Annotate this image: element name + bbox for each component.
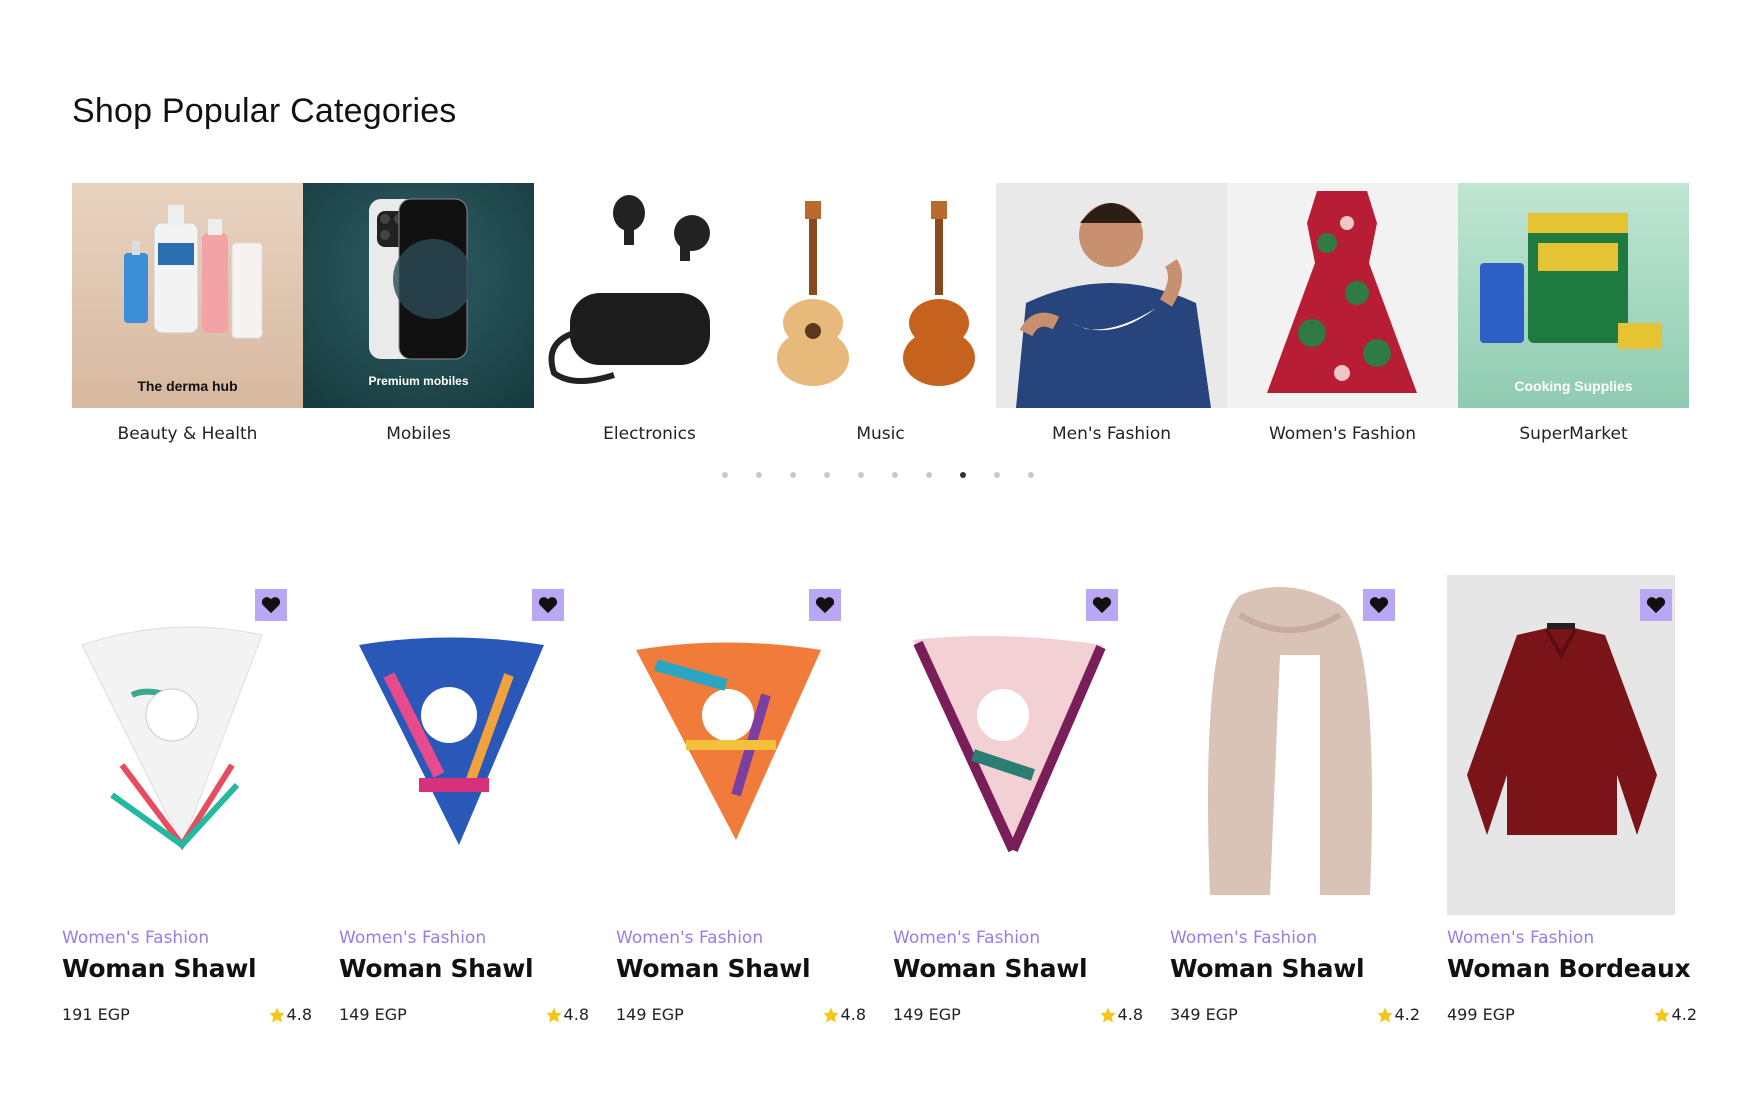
wishlist-button[interactable] xyxy=(809,589,841,621)
category-carousel: The derma hub Beauty & Health Premium mo… xyxy=(72,183,1689,463)
rating-value: 4.8 xyxy=(1117,1005,1143,1024)
product-image xyxy=(893,575,1121,915)
star-icon xyxy=(823,1007,839,1022)
product-card[interactable]: Women's Fashion Woman Shawl 349 EGP 4.2 xyxy=(1170,575,1420,1024)
category-mens-fashion[interactable]: Men's Fashion xyxy=(996,183,1227,463)
product-name[interactable]: Woman Shawl xyxy=(62,954,310,983)
category-music[interactable]: Music xyxy=(765,183,996,463)
product-category[interactable]: Women's Fashion xyxy=(893,928,1141,948)
carousel-dot[interactable] xyxy=(824,472,830,478)
category-image-mobiles: Premium mobiles xyxy=(303,183,534,408)
carousel-dot[interactable] xyxy=(892,472,898,478)
product-category[interactable]: Women's Fashion xyxy=(1170,928,1418,948)
rating-value: 4.2 xyxy=(1671,1005,1697,1024)
category-electronics[interactable]: Electronics xyxy=(534,183,765,463)
product-rating: 4.8 xyxy=(268,1005,312,1024)
heart-icon xyxy=(1646,597,1666,614)
product-category[interactable]: Women's Fashion xyxy=(616,928,864,948)
carousel-dot[interactable] xyxy=(926,472,932,478)
product-rating: 4.2 xyxy=(1376,1005,1420,1024)
category-label: SuperMarket xyxy=(1519,424,1628,444)
carousel-pagination xyxy=(722,472,1062,478)
category-label: Beauty & Health xyxy=(117,424,258,444)
heart-icon xyxy=(538,597,558,614)
rating-value: 4.8 xyxy=(563,1005,589,1024)
star-icon xyxy=(269,1007,285,1022)
product-list: Women's Fashion Woman Shawl 191 EGP 4.8 … xyxy=(62,575,1724,1024)
category-caption: Premium mobiles xyxy=(368,374,469,388)
category-label: Mobiles xyxy=(386,424,451,444)
product-image xyxy=(1447,575,1675,915)
product-price: 499 EGP xyxy=(1447,1005,1515,1024)
product-image xyxy=(1170,575,1398,915)
carousel-dot[interactable] xyxy=(1028,472,1034,478)
category-caption: The derma hub xyxy=(137,378,238,394)
category-caption: Cooking Supplies xyxy=(1514,378,1633,394)
product-image xyxy=(616,575,844,915)
category-label: Electronics xyxy=(603,424,696,444)
product-category[interactable]: Women's Fashion xyxy=(1447,928,1695,948)
category-image-womens-fashion xyxy=(1227,183,1458,408)
product-price: 149 EGP xyxy=(616,1005,684,1024)
carousel-dot-active[interactable] xyxy=(960,472,966,478)
carousel-dot[interactable] xyxy=(756,472,762,478)
product-rating: 4.8 xyxy=(1099,1005,1143,1024)
category-label: Music xyxy=(856,424,905,444)
category-label: Women's Fashion xyxy=(1268,424,1417,444)
product-name[interactable]: Woman Shawl xyxy=(616,954,864,983)
heart-icon xyxy=(1092,597,1112,614)
product-category[interactable]: Women's Fashion xyxy=(62,928,310,948)
wishlist-button[interactable] xyxy=(532,589,564,621)
category-womens-fashion[interactable]: Women's Fashion xyxy=(1227,183,1458,463)
product-card[interactable]: Women's Fashion Woman Shawl 149 EGP 4.8 xyxy=(616,575,866,1024)
product-rating: 4.8 xyxy=(822,1005,866,1024)
product-card[interactable]: Women's Fashion Woman Shawl 191 EGP 4.8 xyxy=(62,575,312,1024)
category-mobiles[interactable]: Premium mobiles Mobiles xyxy=(303,183,534,463)
rating-value: 4.8 xyxy=(840,1005,866,1024)
product-price: 149 EGP xyxy=(339,1005,407,1024)
product-name[interactable]: Woman Bordeaux xyxy=(1447,954,1695,983)
wishlist-button[interactable] xyxy=(1086,589,1118,621)
wishlist-button[interactable] xyxy=(255,589,287,621)
product-card[interactable]: Women's Fashion Woman Shawl 149 EGP 4.8 xyxy=(339,575,589,1024)
star-icon xyxy=(1654,1007,1670,1022)
heart-icon xyxy=(261,597,281,614)
product-name[interactable]: Woman Shawl xyxy=(1170,954,1418,983)
category-image-electronics xyxy=(534,183,765,408)
category-image-music xyxy=(765,183,996,408)
product-card[interactable]: Women's Fashion Woman Bordeaux 499 EGP 4… xyxy=(1447,575,1697,1024)
category-supermarket[interactable]: Cooking Supplies SuperMarket xyxy=(1458,183,1689,463)
category-image-beauty: The derma hub xyxy=(72,183,303,408)
category-label: Men's Fashion xyxy=(1052,424,1171,444)
carousel-dot[interactable] xyxy=(722,472,728,478)
product-price: 191 EGP xyxy=(62,1005,130,1024)
section-title: Shop Popular Categories xyxy=(72,92,457,130)
product-card[interactable]: Women's Fashion Woman Shawl 149 EGP 4.8 xyxy=(893,575,1143,1024)
carousel-dot[interactable] xyxy=(994,472,1000,478)
category-image-supermarket: Cooking Supplies xyxy=(1458,183,1689,408)
heart-icon xyxy=(1369,597,1389,614)
product-price: 149 EGP xyxy=(893,1005,961,1024)
product-price: 349 EGP xyxy=(1170,1005,1238,1024)
star-icon xyxy=(1100,1007,1116,1022)
product-name[interactable]: Woman Shawl xyxy=(893,954,1141,983)
star-icon xyxy=(1377,1007,1393,1022)
carousel-dot[interactable] xyxy=(858,472,864,478)
wishlist-button[interactable] xyxy=(1363,589,1395,621)
heart-icon xyxy=(815,597,835,614)
product-image xyxy=(62,575,290,915)
product-image xyxy=(339,575,567,915)
star-icon xyxy=(546,1007,562,1022)
product-rating: 4.8 xyxy=(545,1005,589,1024)
product-rating: 4.2 xyxy=(1653,1005,1697,1024)
rating-value: 4.8 xyxy=(286,1005,312,1024)
product-category[interactable]: Women's Fashion xyxy=(339,928,587,948)
wishlist-button[interactable] xyxy=(1640,589,1672,621)
category-image-mens-fashion xyxy=(996,183,1227,408)
rating-value: 4.2 xyxy=(1394,1005,1420,1024)
carousel-dot[interactable] xyxy=(790,472,796,478)
product-name[interactable]: Woman Shawl xyxy=(339,954,587,983)
category-beauty-health[interactable]: The derma hub Beauty & Health xyxy=(72,183,303,463)
